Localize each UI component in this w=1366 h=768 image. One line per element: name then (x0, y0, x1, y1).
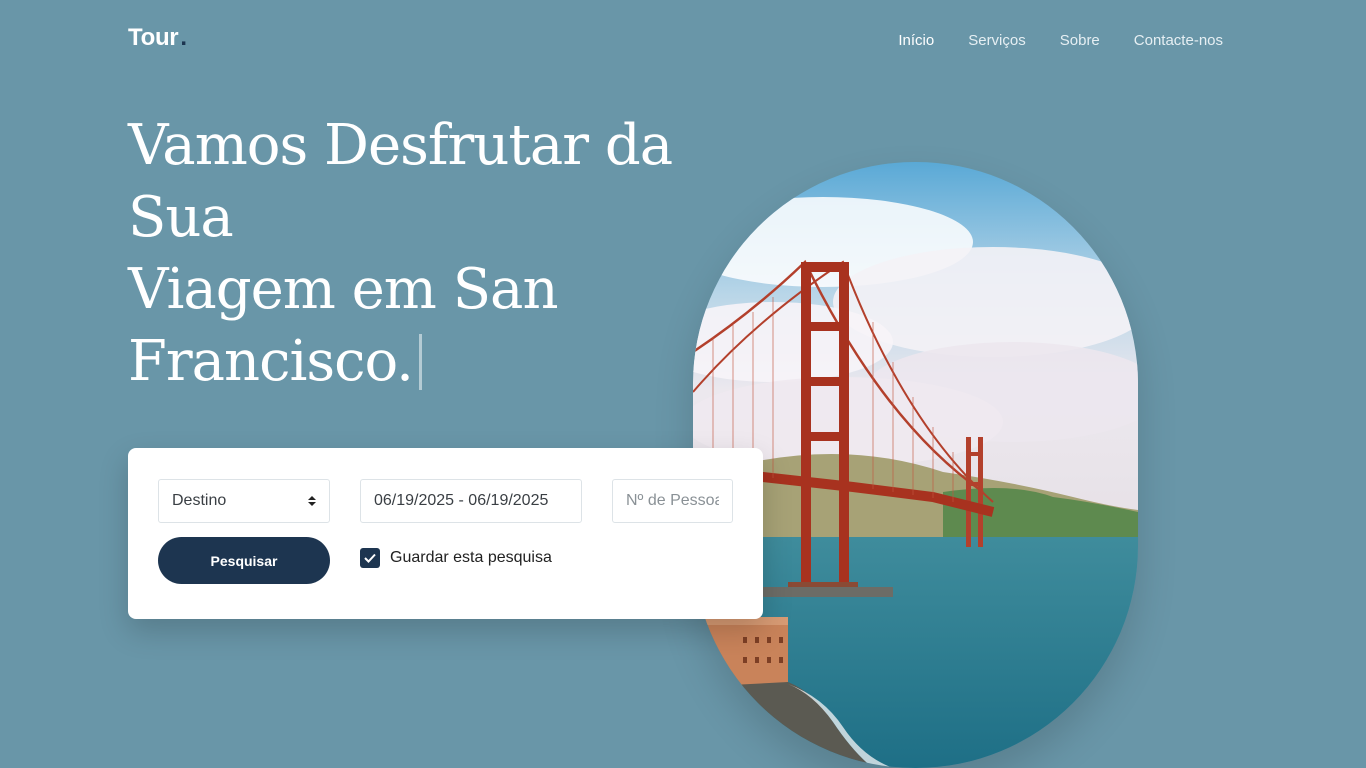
check-icon (364, 553, 376, 563)
date-range-input[interactable]: 06/19/2025 - 06/19/2025 (360, 479, 582, 523)
nav-item-sobre[interactable]: Sobre (1060, 32, 1100, 49)
search-card: Destino 06/19/2025 - 06/19/2025 Nº de Pe… (128, 448, 763, 619)
nav-item-contacte-nos[interactable]: Contacte-nos (1134, 32, 1223, 49)
hero-title: Vamos Desfrutar da Sua Viagem em San Fra… (128, 110, 728, 398)
typing-cursor (418, 334, 422, 390)
search-button[interactable]: Pesquisar (158, 537, 330, 584)
hero-title-line-1: Vamos Desfrutar da (128, 113, 673, 178)
logo[interactable]: Tour. (128, 24, 187, 52)
hero-title-line-2: Sua (128, 185, 234, 250)
logo-dot: . (180, 24, 187, 51)
chevron-updown-icon (308, 496, 316, 506)
destination-value: Destino (172, 492, 227, 509)
people-count-input[interactable]: Nº de Pessoas (612, 479, 733, 523)
logo-text: Tour (128, 24, 179, 51)
people-count-placeholder: Nº de Pessoas (626, 492, 719, 509)
save-search-checkbox[interactable] (360, 548, 380, 568)
destination-select[interactable]: Destino (158, 479, 330, 523)
save-search-label: Guardar esta pesquisa (390, 549, 552, 566)
main-nav: Início Serviços Sobre Contacte-nos (898, 32, 1223, 49)
hero-title-line-3: Viagem em San (128, 257, 559, 322)
nav-item-servicos[interactable]: Serviços (968, 32, 1026, 49)
save-search-checkbox-row[interactable]: Guardar esta pesquisa (360, 548, 552, 568)
nav-item-inicio[interactable]: Início (898, 32, 934, 49)
hero-title-line-4: Francisco. (128, 329, 414, 394)
date-range-value: 06/19/2025 - 06/19/2025 (374, 492, 549, 509)
